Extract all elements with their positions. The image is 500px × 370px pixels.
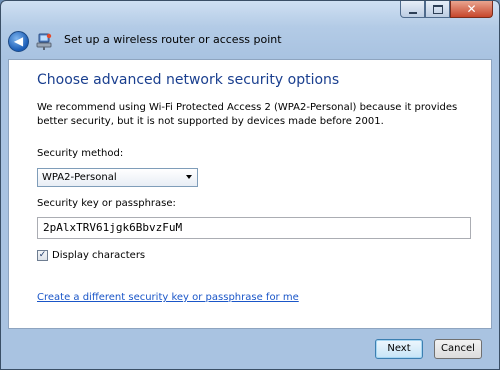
next-button[interactable]: Next: [375, 339, 423, 359]
caption-buttons: ✕: [400, 1, 493, 18]
back-button[interactable]: ◀: [8, 31, 29, 52]
security-key-label: Security key or passphrase:: [37, 198, 176, 209]
window-title: Set up a wireless router or access point: [64, 33, 282, 46]
wizard-content: Choose advanced network security options…: [8, 59, 492, 329]
wizard-window: ✕ ◀ Set up a wireless router or access p…: [0, 0, 500, 370]
minimize-icon: [408, 11, 417, 14]
back-arrow-icon: ◀: [13, 34, 24, 48]
display-characters-label[interactable]: Display characters: [52, 250, 145, 261]
create-different-key-link[interactable]: Create a different security key or passp…: [37, 292, 299, 303]
checkmark-icon: ✓: [38, 250, 47, 260]
network-setup-icon: [36, 33, 52, 50]
chevron-down-icon: [186, 175, 192, 179]
cancel-button[interactable]: Cancel: [434, 339, 482, 359]
page-heading: Choose advanced network security options: [37, 72, 340, 88]
minimize-button[interactable]: [400, 1, 425, 18]
maximize-button[interactable]: [425, 1, 450, 18]
security-method-dropdown[interactable]: WPA2-Personal: [37, 168, 198, 187]
security-method-label: Security method:: [37, 148, 124, 159]
security-key-input[interactable]: 2pAlxTRV61jgk6BbvzFuM: [37, 217, 471, 239]
display-characters-checkbox[interactable]: ✓: [37, 250, 48, 261]
maximize-icon: [432, 4, 443, 14]
security-method-value: WPA2-Personal: [42, 172, 117, 183]
page-description: We recommend using Wi-Fi Protected Acces…: [37, 102, 458, 127]
close-icon: ✕: [466, 2, 477, 16]
close-button[interactable]: ✕: [450, 1, 493, 18]
